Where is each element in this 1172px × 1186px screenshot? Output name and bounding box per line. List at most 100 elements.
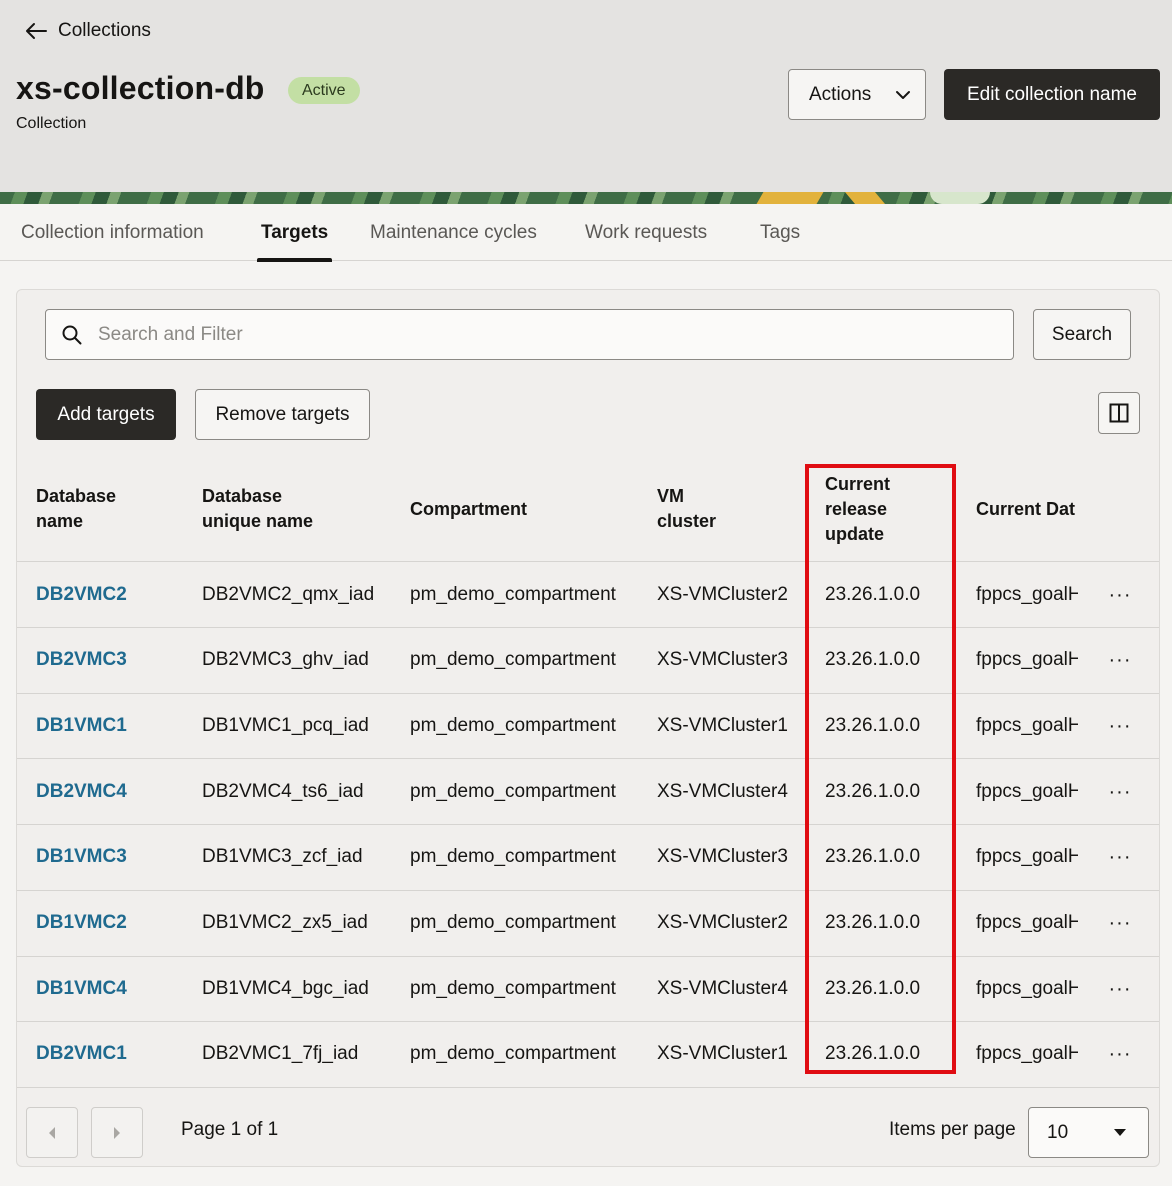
status-badge: Active [288, 77, 360, 104]
cell-current-data: fppcs_goalH [976, 912, 1078, 933]
tab-bar: Collection information Targets Maintenan… [0, 204, 1172, 262]
back-link-label: Collections [58, 20, 151, 41]
cell-database-unique-name: DB2VMC1_7fj_iad [202, 1043, 359, 1065]
tab-collection-information[interactable]: Collection information [21, 204, 204, 261]
row-actions-menu-icon[interactable]: ··· [1105, 909, 1135, 939]
cell-database-name[interactable]: DB1VMC3 [36, 825, 127, 890]
table-row: DB2VMC4 DB2VMC4_ts6_iad pm_demo_compartmen… [17, 759, 1159, 826]
search-button[interactable]: Search [1033, 309, 1131, 360]
cell-vm-cluster: XS-VMCluster3 [657, 846, 788, 868]
column-header-current-release-update[interactable]: Current release update [825, 456, 890, 562]
tab-maintenance-cycles[interactable]: Maintenance cycles [370, 204, 537, 261]
chevron-down-icon [896, 90, 911, 99]
columns-icon [1109, 403, 1129, 423]
cell-current-release-update: 23.26.1.0.0 [825, 1043, 921, 1065]
cell-database-unique-name: DB1VMC3_zcf_iad [202, 846, 363, 868]
cell-database-unique-name: DB2VMC2_qmx_iad [202, 583, 375, 605]
tab-targets[interactable]: Targets [256, 204, 333, 262]
cell-database-unique-name: DB2VMC4_ts6_iad [202, 780, 364, 802]
table-header-row: Database name Database unique name Compa… [17, 456, 1159, 562]
search-input[interactable] [98, 323, 978, 346]
back-to-collections-link[interactable]: Collections [24, 16, 151, 46]
items-per-page-label: Items per page [889, 1119, 1016, 1140]
table-row: DB2VMC2 DB2VMC2_qmx_iad pm_demo_compartmen… [17, 562, 1159, 628]
tab-work-requests[interactable]: Work requests [585, 204, 707, 261]
cell-database-name[interactable]: DB2VMC3 [36, 628, 127, 693]
cell-compartment: pm_demo_compartment [410, 912, 616, 933]
cell-current-release-update: 23.26.1.0.0 [825, 977, 921, 999]
row-actions-menu-icon[interactable]: ··· [1105, 711, 1135, 741]
row-actions-menu-icon[interactable]: ··· [1105, 1040, 1135, 1070]
cell-database-name[interactable]: DB1VMC4 [36, 956, 127, 1021]
cell-database-unique-name: DB1VMC4_bgc_iad [202, 977, 369, 999]
add-targets-button[interactable]: Add targets [36, 389, 176, 440]
cell-database-name[interactable]: DB1VMC1 [36, 693, 127, 758]
column-header-compartment[interactable]: Compartment [410, 456, 527, 562]
page-title: xs-collection-db [16, 70, 265, 106]
search-filter-box[interactable] [45, 309, 1014, 360]
cell-current-data: fppcs_goalH [976, 583, 1078, 605]
cell-database-unique-name: DB1VMC2_zx5_iad [202, 912, 368, 933]
cell-vm-cluster: XS-VMCluster1 [657, 714, 788, 736]
next-page-button[interactable] [91, 1107, 143, 1158]
cell-current-release-update: 23.26.1.0.0 [825, 846, 921, 868]
cell-current-release-update: 23.26.1.0.0 [825, 912, 921, 933]
cell-current-release-update: 23.26.1.0.0 [825, 714, 921, 736]
arrow-left-icon [26, 23, 47, 39]
table-row: DB1VMC2 DB1VMC2_zx5_iad pm_demo_compartmen… [17, 891, 1159, 957]
column-header-vm-cluster[interactable]: VM cluster [657, 456, 716, 562]
caret-down-icon [1114, 1129, 1126, 1136]
items-per-page-value: 10 [1047, 1121, 1069, 1143]
cell-compartment: pm_demo_compartment [410, 846, 616, 868]
column-header-database-unique-name[interactable]: Database unique name [202, 456, 313, 562]
column-settings-button[interactable] [1098, 392, 1140, 434]
table-row: DB1VMC1 DB1VMC1_pcq_iad pm_demo_compartmen… [17, 693, 1159, 760]
row-actions-menu-icon[interactable]: ··· [1105, 777, 1135, 807]
column-header-database-name[interactable]: Database name [36, 456, 116, 562]
table-row: DB1VMC3 DB1VMC3_zcf_iad pm_demo_compartmen… [17, 825, 1159, 891]
page-indicator: Page 1 of 1 [181, 1119, 279, 1140]
targets-table: Database name Database unique name Compa… [17, 456, 1159, 1087]
previous-page-button[interactable] [26, 1107, 78, 1158]
cell-current-data: fppcs_goalH [976, 1043, 1078, 1065]
actions-button-label: Actions [809, 83, 872, 105]
row-actions-menu-icon[interactable]: ··· [1105, 843, 1135, 873]
search-icon [62, 325, 82, 344]
cell-current-data: fppcs_goalH [976, 977, 1078, 999]
row-actions-menu-icon[interactable]: ··· [1105, 580, 1135, 610]
actions-menu-button[interactable]: Actions [788, 69, 926, 120]
cell-database-name[interactable]: DB2VMC4 [36, 759, 127, 824]
cell-current-release-update: 23.26.1.0.0 [825, 583, 921, 605]
cell-database-name[interactable]: DB2VMC1 [36, 1022, 127, 1087]
cell-vm-cluster: XS-VMCluster2 [657, 583, 788, 605]
caret-right-icon [114, 1126, 120, 1139]
cell-compartment: pm_demo_compartment [410, 977, 616, 999]
remove-targets-button[interactable]: Remove targets [195, 389, 370, 440]
cell-database-name[interactable]: DB1VMC2 [36, 891, 127, 956]
row-actions-menu-icon[interactable]: ··· [1105, 974, 1135, 1004]
cell-compartment: pm_demo_compartment [410, 714, 616, 736]
items-per-page-select[interactable]: 10 [1028, 1107, 1149, 1158]
cell-compartment: pm_demo_compartment [410, 649, 616, 671]
cell-compartment: pm_demo_compartment [410, 1043, 616, 1065]
cell-vm-cluster: XS-VMCluster3 [657, 649, 788, 671]
cell-compartment: pm_demo_compartment [410, 780, 616, 802]
table-row: DB2VMC3 DB2VMC3_ghv_iad pm_demo_compartmen… [17, 628, 1159, 694]
cell-current-release-update: 23.26.1.0.0 [825, 649, 921, 671]
cell-vm-cluster: XS-VMCluster4 [657, 780, 788, 802]
cell-database-unique-name: DB2VMC3_ghv_iad [202, 649, 369, 671]
cell-current-data: fppcs_goalH [976, 846, 1078, 868]
row-actions-menu-icon[interactable]: ··· [1105, 646, 1135, 676]
cell-current-data: fppcs_goalH [976, 780, 1078, 802]
cell-compartment: pm_demo_compartment [410, 583, 616, 605]
tab-tags[interactable]: Tags [760, 204, 800, 261]
table-row: DB1VMC4 DB1VMC4_bgc_iad pm_demo_compartmen… [17, 956, 1159, 1023]
cell-database-name[interactable]: DB2VMC2 [36, 562, 127, 627]
cell-current-data: fppcs_goalH [976, 649, 1078, 671]
edit-collection-name-button[interactable]: Edit collection name [944, 69, 1160, 120]
cell-vm-cluster: XS-VMCluster2 [657, 912, 788, 933]
cell-current-release-update: 23.26.1.0.0 [825, 780, 921, 802]
page-header: Collections xs-collection-db Active Coll… [0, 0, 1172, 192]
decorative-banner [0, 192, 1172, 204]
column-header-current-data[interactable]: Current Dat [976, 456, 1078, 562]
